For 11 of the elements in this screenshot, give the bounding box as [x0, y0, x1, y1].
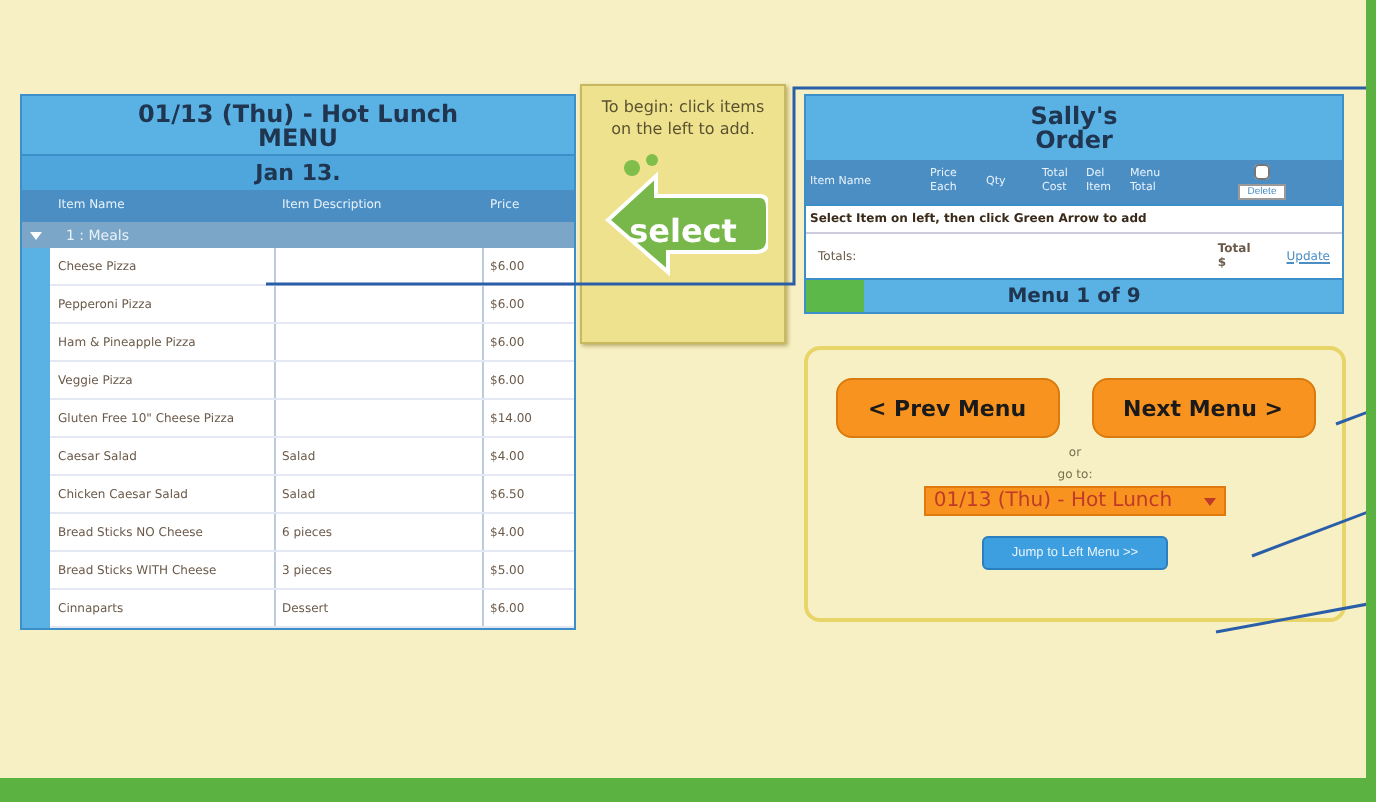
instruction-text: To begin: click items on the left to add. — [599, 96, 767, 140]
menu-date: Jan 13. — [22, 154, 574, 190]
next-menu-button[interactable]: Next Menu > — [1091, 378, 1315, 438]
leader-line — [1251, 510, 1366, 558]
menu-counter: Menu 1 of 9 — [1007, 285, 1141, 307]
expand-arrow-icon[interactable] — [30, 229, 42, 241]
order-title: Sally's Order — [1028, 100, 1120, 158]
menu-title: 01/13 (Thu) - Hot Lunch MENU — [135, 98, 461, 154]
select-all-checkbox[interactable] — [1254, 164, 1270, 180]
prev-menu-button[interactable]: < Prev Menu — [835, 378, 1059, 438]
leader-line — [1335, 410, 1366, 426]
